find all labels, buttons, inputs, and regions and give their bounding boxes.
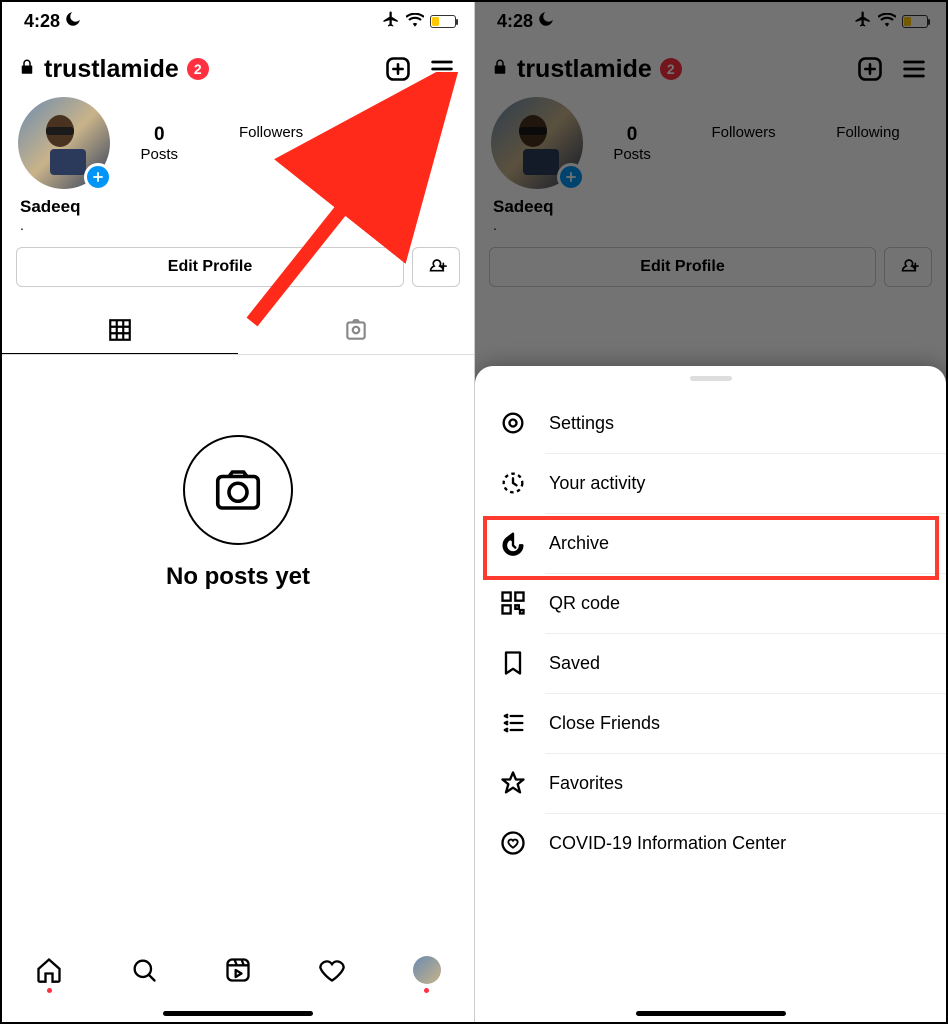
dnd-moon-icon <box>64 10 82 33</box>
home-indicator <box>163 1011 313 1016</box>
profile-section: 0Posts Followers Following <box>2 95 474 189</box>
username[interactable]: trustlamide <box>44 55 179 84</box>
stat-followers[interactable]: Followers <box>239 124 303 163</box>
menu-label: Settings <box>549 413 614 434</box>
avatar <box>491 97 583 189</box>
discover-people-button[interactable] <box>412 247 460 287</box>
airplane-mode-icon <box>382 10 400 33</box>
username[interactable]: trustlamide <box>517 55 652 84</box>
hamburger-menu-button[interactable] <box>424 51 460 87</box>
menu-item-archive[interactable]: Archive <box>475 513 946 573</box>
home-indicator <box>636 1011 786 1016</box>
camera-icon <box>183 435 293 545</box>
menu-label: Close Friends <box>549 713 660 734</box>
saved-icon <box>499 649 527 677</box>
tab-grid[interactable] <box>2 307 238 354</box>
lock-icon <box>491 58 509 81</box>
wifi-icon <box>878 11 896 32</box>
menu-label: Favorites <box>549 773 623 794</box>
menu-item-activity[interactable]: Your activity <box>475 453 946 513</box>
qr-icon <box>499 589 527 617</box>
status-bar: 4:28 <box>2 2 474 37</box>
menu-label: Saved <box>549 653 600 674</box>
profile-screen: 4:28 trustlamide 2 0Posts Followers Foll… <box>2 2 474 1022</box>
status-time: 4:28 <box>24 11 60 32</box>
hamburger-menu-button[interactable] <box>896 51 932 87</box>
menu-item-saved[interactable]: Saved <box>475 633 946 693</box>
display-name: Sadeeq <box>2 189 474 217</box>
profile-header: trustlamide 2 <box>2 37 474 95</box>
edit-profile-button: Edit Profile <box>489 247 876 287</box>
add-story-icon <box>557 163 585 191</box>
tab-tagged[interactable] <box>238 307 474 354</box>
battery-icon <box>430 15 456 28</box>
add-story-icon[interactable] <box>84 163 112 191</box>
airplane-mode-icon <box>854 10 872 33</box>
edit-profile-button[interactable]: Edit Profile <box>16 247 404 287</box>
nav-activity[interactable] <box>318 956 346 984</box>
nav-reels[interactable] <box>224 956 252 984</box>
notification-badge: 2 <box>187 58 209 80</box>
no-posts-text: No posts yet <box>166 563 310 591</box>
nav-home[interactable] <box>35 956 63 993</box>
menu-sheet: Settings Your activity Archive QR code S… <box>475 366 946 1022</box>
activity-icon <box>499 469 527 497</box>
avatar[interactable] <box>18 97 110 189</box>
heart-circle-icon <box>499 829 527 857</box>
sheet-handle[interactable] <box>690 376 732 381</box>
discover-people-button <box>884 247 932 287</box>
bio: . <box>2 217 474 241</box>
stat-following[interactable]: Following <box>364 124 427 163</box>
closefriends-icon <box>499 709 527 737</box>
menu-item-settings[interactable]: Settings <box>475 393 946 453</box>
menu-label: COVID-19 Information Center <box>549 833 786 854</box>
create-post-button[interactable] <box>380 51 416 87</box>
stat-posts[interactable]: 0Posts <box>140 124 178 163</box>
create-post-button[interactable] <box>852 51 888 87</box>
menu-screen: 4:28 trustlamide2 0PostsFollowersFollowi… <box>474 2 946 1022</box>
menu-item-favorites[interactable]: Favorites <box>475 753 946 813</box>
archive-icon <box>499 529 527 557</box>
menu-item-qr[interactable]: QR code <box>475 573 946 633</box>
notification-badge: 2 <box>660 58 682 80</box>
status-time: 4:28 <box>497 11 533 32</box>
nav-search[interactable] <box>130 956 158 984</box>
battery-icon <box>902 15 928 28</box>
menu-label: QR code <box>549 593 620 614</box>
dnd-moon-icon <box>537 10 555 33</box>
settings-icon <box>499 409 527 437</box>
lock-icon <box>18 58 36 81</box>
wifi-icon <box>406 11 424 32</box>
nav-profile[interactable] <box>413 956 441 993</box>
empty-posts-area: No posts yet <box>2 355 474 685</box>
menu-item-closefriends[interactable]: Close Friends <box>475 693 946 753</box>
menu-item-covid[interactable]: COVID-19 Information Center <box>475 813 946 873</box>
star-icon <box>499 769 527 797</box>
menu-label: Archive <box>549 533 609 554</box>
menu-label: Your activity <box>549 473 645 494</box>
status-bar: 4:28 <box>475 2 946 37</box>
